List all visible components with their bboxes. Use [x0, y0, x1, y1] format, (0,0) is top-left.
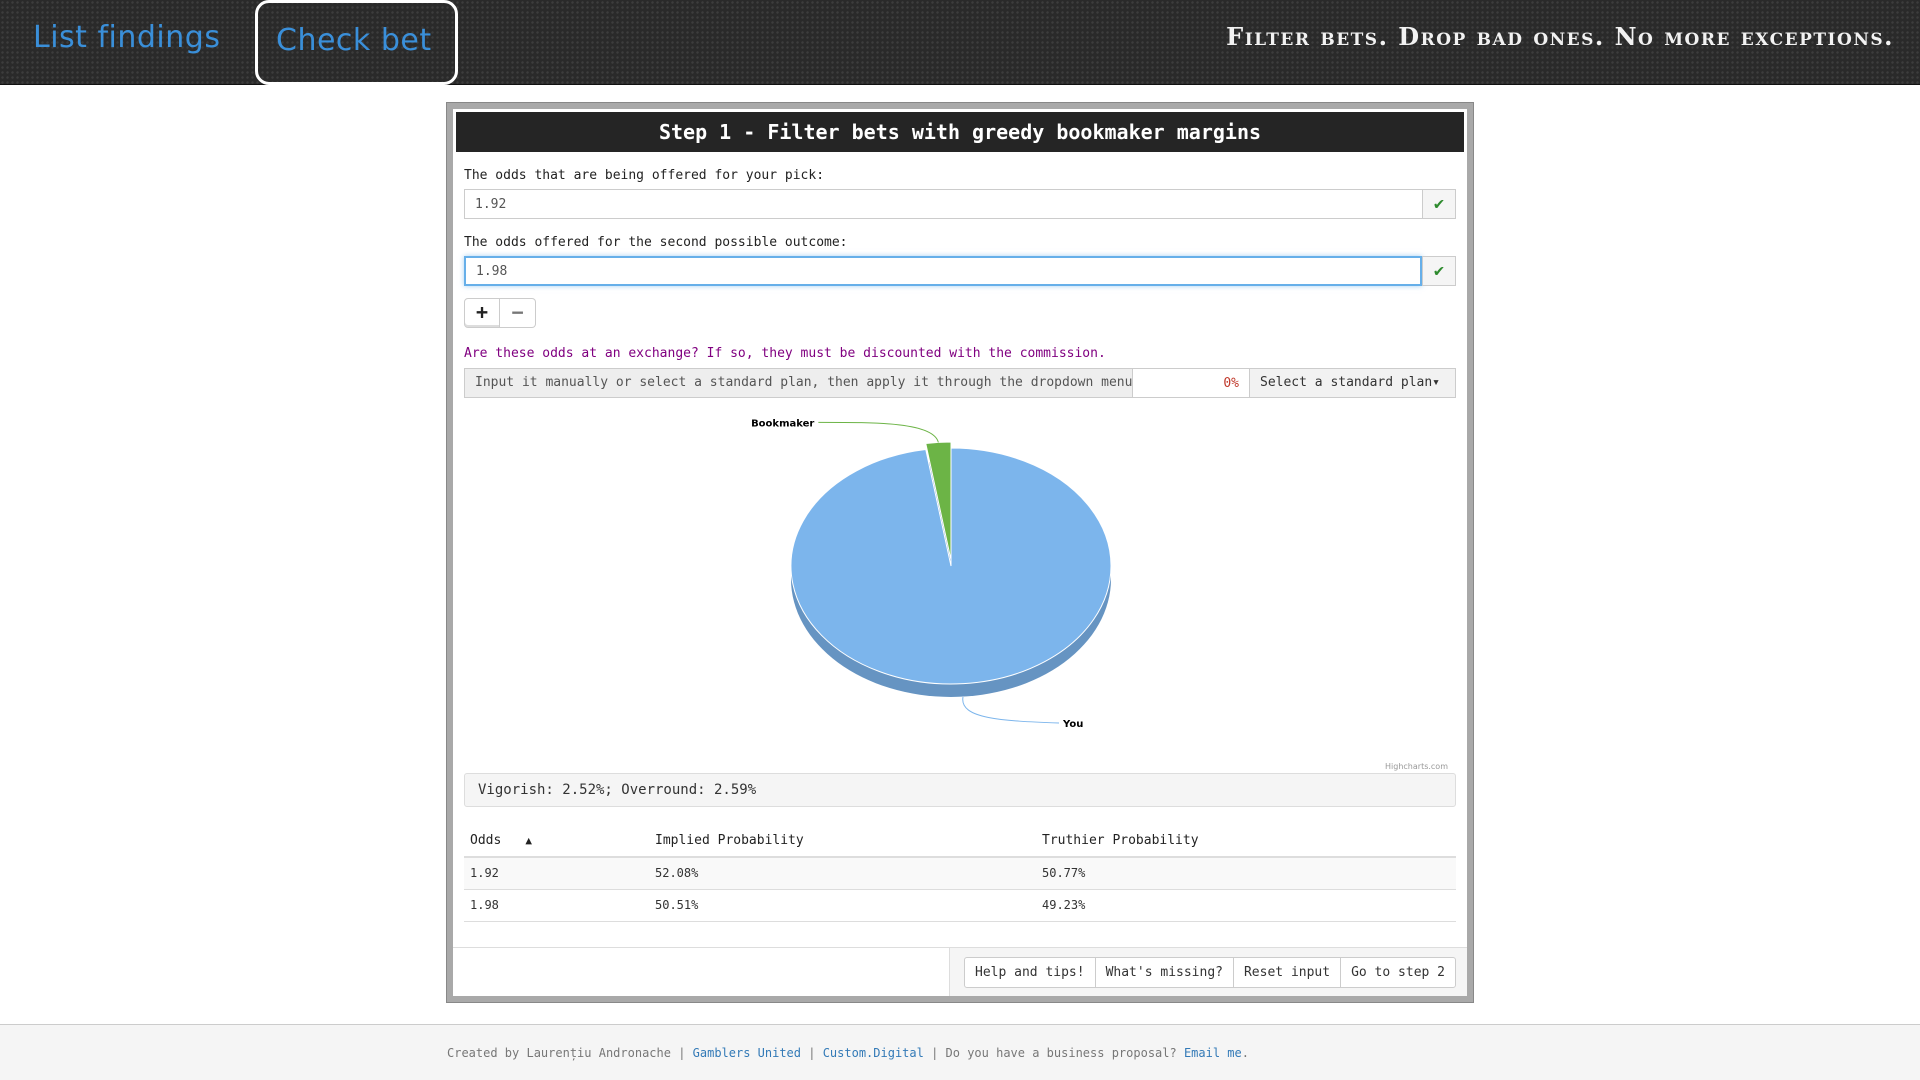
- top-navbar: List findings Check bet Filter bets. Dro…: [0, 0, 1920, 85]
- nav-check-bet[interactable]: Check bet: [255, 0, 458, 85]
- add-outcome-button[interactable]: +: [464, 298, 500, 328]
- cell-odds: 1.98: [464, 889, 649, 922]
- footer-period: .: [1241, 1046, 1249, 1060]
- second-odds-input[interactable]: [464, 256, 1422, 286]
- footer-separator: |: [801, 1046, 823, 1060]
- second-odds-row: ✔: [464, 256, 1456, 286]
- pick-odds-input[interactable]: [464, 189, 1422, 219]
- you-connector: [962, 696, 1060, 724]
- panel-footer: Help and tips! What's missing? Reset inp…: [453, 947, 1467, 996]
- standard-plan-dropdown[interactable]: Select a standard plan▾: [1250, 369, 1455, 397]
- footer-proposal-text: | Do you have a business proposal?: [923, 1046, 1184, 1060]
- col-header-odds[interactable]: Odds ▲: [464, 825, 649, 858]
- col-header-implied[interactable]: Implied Probability: [649, 825, 1036, 858]
- whats-missing-button[interactable]: What's missing?: [1094, 957, 1234, 988]
- probability-table: Odds ▲ Implied Probability Truthier Proba…: [464, 825, 1456, 922]
- commission-row: Input it manually or select a standard p…: [464, 368, 1456, 398]
- bookmaker-connector: [818, 421, 939, 443]
- cell-implied: 52.08%: [649, 857, 1036, 890]
- page-footer: Created by Laurențiu Andronache | Gamble…: [0, 1024, 1920, 1080]
- pick-odds-row: ✔: [464, 189, 1456, 219]
- commission-label: Input it manually or select a standard p…: [465, 369, 1133, 397]
- help-button[interactable]: Help and tips!: [964, 957, 1096, 988]
- pick-odds-label: The odds that are being offered for your…: [464, 168, 825, 183]
- second-odds-label: The odds offered for the second possible…: [464, 235, 848, 250]
- second-valid-check-icon[interactable]: ✔: [1422, 256, 1456, 286]
- site-tagline: Filter bets. Drop bad ones. No more exce…: [1226, 22, 1894, 51]
- commission-input[interactable]: [1133, 369, 1250, 397]
- chart-credits[interactable]: Highcharts.com: [1385, 762, 1448, 771]
- reset-input-button[interactable]: Reset input: [1232, 957, 1342, 988]
- label-bookmaker: Bookmaker: [751, 418, 814, 429]
- vigorish-result: Vigorish: 2.52%; Overround: 2.59%: [464, 773, 1456, 807]
- cell-truthier: 50.77%: [1036, 857, 1456, 890]
- custom-digital-link[interactable]: Custom.Digital: [823, 1046, 924, 1060]
- outcome-buttons: + −: [464, 298, 1456, 328]
- table-row: 1.92 52.08% 50.77%: [464, 857, 1456, 890]
- panel-body: The odds that are being offered for your…: [453, 168, 1467, 922]
- footer-credits: Created by Laurențiu Andronache | Gamble…: [447, 1046, 1249, 1060]
- col-header-truthier[interactable]: Truthier Probability: [1036, 825, 1456, 858]
- table-header-row: Odds ▲ Implied Probability Truthier Proba…: [464, 825, 1456, 858]
- gamblers-united-link[interactable]: Gamblers United: [693, 1046, 801, 1060]
- cell-odds: 1.92: [464, 857, 649, 890]
- cell-implied: 50.51%: [649, 889, 1036, 922]
- pie-chart-svg: Bookmaker You: [751, 418, 1112, 730]
- footer-button-group: Help and tips! What's missing? Reset inp…: [964, 957, 1456, 988]
- step1-panel: Step 1 - Filter bets with greedy bookmak…: [446, 102, 1474, 1003]
- remove-outcome-button[interactable]: −: [500, 298, 536, 328]
- pick-valid-check-icon[interactable]: ✔: [1422, 189, 1456, 219]
- exchange-question: Are these odds at an exchange? If so, th…: [464, 346, 1106, 361]
- nav-list-findings[interactable]: List findings: [33, 0, 220, 84]
- sort-asc-icon[interactable]: ▲: [525, 834, 532, 847]
- margin-pie-chart: Bookmaker You Highcharts.com: [464, 398, 1456, 773]
- footer-created-by: Created by Laurențiu Andronache |: [447, 1046, 693, 1060]
- pie-slice-you[interactable]: [790, 447, 1112, 685]
- email-me-link[interactable]: Email me: [1184, 1046, 1242, 1060]
- panel-title: Step 1 - Filter bets with greedy bookmak…: [456, 112, 1464, 152]
- label-you: You: [1062, 719, 1083, 730]
- cell-truthier: 49.23%: [1036, 889, 1456, 922]
- go-to-step2-button[interactable]: Go to step 2: [1340, 957, 1456, 988]
- table-row: 1.98 50.51% 49.23%: [464, 889, 1456, 922]
